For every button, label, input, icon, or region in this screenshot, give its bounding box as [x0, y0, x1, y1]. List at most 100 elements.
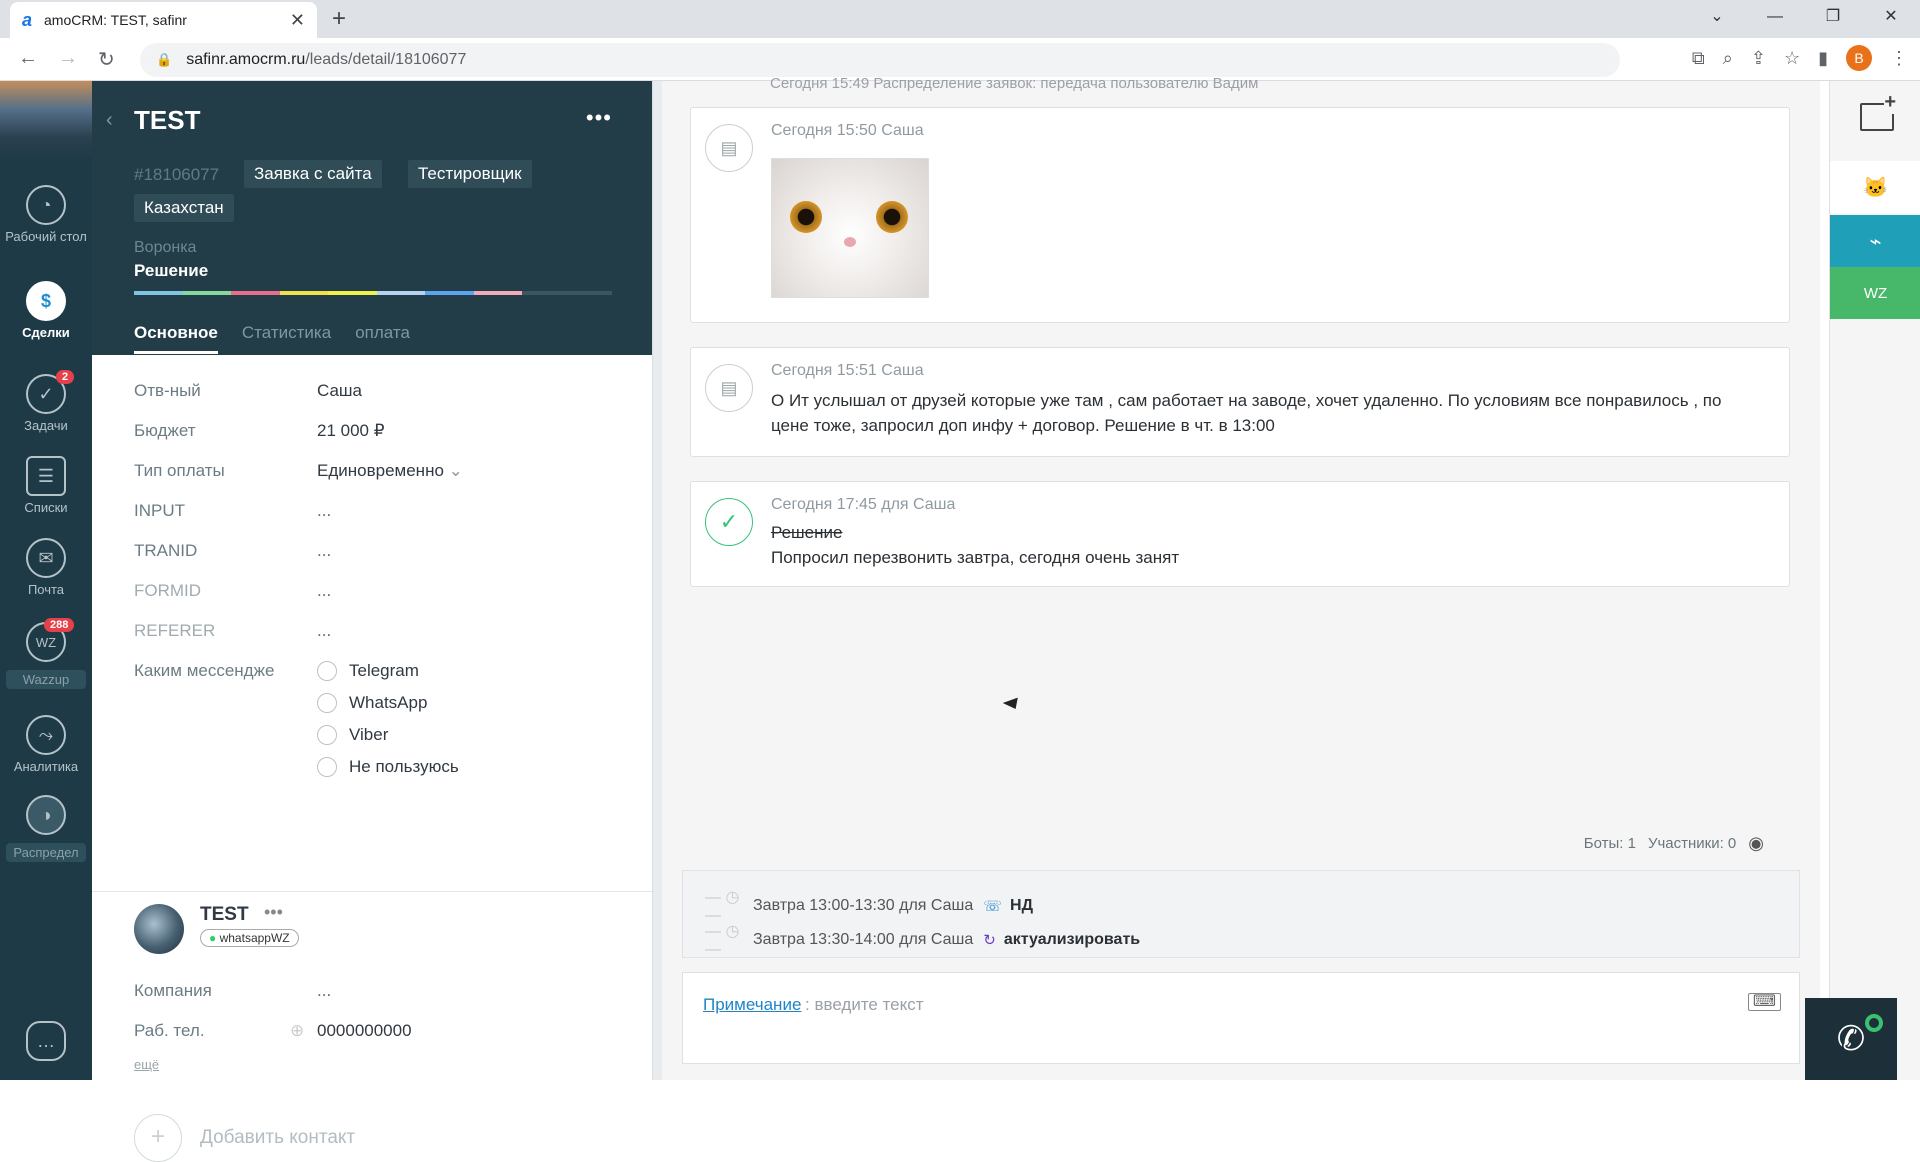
eye-icon[interactable]: ◉ [1748, 833, 1764, 854]
sidebar-item-analytics[interactable]: ⤳ Аналитика [0, 715, 92, 774]
profile-avatar[interactable]: B [1846, 45, 1872, 71]
lead-id: #18106077 [134, 165, 220, 184]
lead-header: ‹ TEST ••• #18106077 Заявка с сайта Тест… [92, 81, 652, 355]
tab-search-icon[interactable]: ⌄ [1688, 0, 1746, 36]
url-input[interactable]: 🔒 safinr.amocrm.ru/leads/detail/18106077 [140, 43, 1620, 77]
field-label: Тип оплаты [134, 461, 225, 480]
task-title: Решение [771, 523, 843, 542]
sidebar-item-dashboard[interactable]: ◔ Рабочий стол [0, 185, 92, 244]
radio-circle[interactable] [317, 693, 337, 713]
sidebar-item-distribution[interactable]: ◑ Распредел [0, 795, 92, 862]
field-value[interactable]: ... [317, 541, 331, 561]
zoom-icon[interactable]: ⌕ [1723, 48, 1733, 69]
add-contact-button[interactable]: + Добавить контакт [134, 1114, 355, 1162]
add-widget-icon[interactable] [1860, 91, 1896, 131]
payment-type-select[interactable]: Единовременно ⌄ [317, 461, 463, 481]
field-work-phone: Раб. тел. ⊕ 0000000000 [134, 1021, 634, 1051]
cat-nose [844, 237, 856, 247]
cat-photo[interactable] [771, 158, 929, 298]
back-icon[interactable]: ← [18, 47, 38, 70]
sidebar-item-deals[interactable]: $ Сделки [0, 281, 92, 340]
field-value[interactable]: ... [317, 981, 331, 1001]
widget-wz[interactable]: WZ [1830, 267, 1920, 319]
progress-segment [473, 291, 522, 295]
bookmark-star-icon[interactable]: ☆ [1784, 48, 1800, 69]
forward-icon[interactable]: → [58, 47, 78, 70]
translate-icon[interactable]: ⧉ [1692, 48, 1705, 69]
field-value[interactable]: 0000000000 [317, 1021, 412, 1041]
note-card-image: ▤ Сегодня 15:50 Саша [690, 107, 1790, 323]
chip-label: whatsappWZ [219, 931, 290, 945]
field-value[interactable]: Саша [317, 381, 362, 401]
lead-title[interactable]: TEST [134, 105, 200, 136]
radio-telegram[interactable]: Telegram [317, 661, 419, 681]
browser-tab[interactable]: a amoCRM: TEST, safinr ✕ [10, 2, 317, 38]
widget-cat[interactable]: 🐱 [1830, 161, 1920, 213]
contact-name[interactable]: TEST [200, 904, 249, 926]
lead-tag[interactable]: Тестировщик [408, 160, 532, 188]
sidebar-item-mail[interactable]: ✉ Почта [0, 538, 92, 597]
amocrm-favicon-icon: a [22, 9, 33, 30]
tab-strip: a amoCRM: TEST, safinr ✕ + ⌄ — ❐ ✕ [0, 0, 1920, 38]
share-icon[interactable]: ⇪ [1751, 48, 1766, 69]
note-input[interactable]: : введите текст [805, 995, 924, 1015]
url-path: /leads/detail/18106077 [305, 51, 467, 68]
widget-pulse[interactable]: ⌁ [1830, 215, 1920, 267]
menu-kebab-icon[interactable]: ⋮ [1890, 48, 1908, 69]
reload-icon[interactable]: ↻ [98, 47, 115, 72]
field-value[interactable]: ... [317, 621, 331, 641]
lead-more-button[interactable]: ••• [586, 105, 612, 131]
task-meta: Сегодня 17:45 для Саша [771, 496, 956, 513]
lead-tag[interactable]: Казахстан [134, 194, 234, 222]
field-label: FORMID [134, 581, 202, 600]
note-composer[interactable]: Примечание : введите текст ⌨ [682, 972, 1800, 1064]
note-type-link[interactable]: Примечание [703, 995, 801, 1015]
sidepanel-icon[interactable]: ▮ [1818, 48, 1828, 69]
contact-avatar[interactable] [134, 904, 184, 954]
field-value[interactable]: ... [317, 581, 331, 601]
phone-widget-button[interactable]: ✆ [1805, 998, 1897, 1080]
user-photo[interactable] [0, 81, 92, 161]
sidebar-item-wazzup[interactable]: WZ 288 Wazzup [0, 618, 92, 689]
field-value[interactable]: 21 000 ₽ [317, 421, 385, 441]
keyboard-icon[interactable]: ⌨ [1747, 993, 1781, 1011]
radio-viber[interactable]: Viber [317, 725, 388, 745]
lock-icon[interactable]: 🔒 [156, 52, 172, 68]
radio-circle[interactable] [317, 725, 337, 745]
back-chevron-icon[interactable]: ‹ [106, 109, 113, 132]
pipeline-stage[interactable]: Решение [134, 261, 208, 281]
phone-icon: ☏ [983, 898, 1003, 915]
radio-circle[interactable] [317, 757, 337, 777]
chat-icon: … [26, 1021, 66, 1061]
field-value[interactable]: ... [317, 501, 331, 521]
sidebar-item-lists[interactable]: ☰ Списки [0, 456, 92, 515]
lead-tag[interactable]: Заявка с сайта [244, 160, 382, 188]
radio-not-using[interactable]: Не пользуюсь [317, 757, 459, 777]
field-responsible: Отв-ный Саша [134, 381, 634, 411]
phone-add-icon[interactable]: ⊕ [290, 1021, 304, 1041]
task-item[interactable]: — ◷ — Завтра 13:00-13:30 для Саша ☏ НД [705, 887, 1033, 925]
progress-segment [231, 291, 280, 295]
tab-payment[interactable]: оплата [355, 323, 410, 354]
task-item[interactable]: — ◷ — Завтра 13:30-14:00 для Саша ↻ акту… [705, 921, 1140, 959]
close-tab-icon[interactable]: ✕ [290, 10, 305, 31]
mail-icon: ✉ [26, 538, 66, 578]
note-text: О Ит услышал от друзей которые уже там ,… [771, 391, 1722, 435]
close-window-button[interactable]: ✕ [1862, 0, 1920, 36]
chevron-down-icon: ⌄ [448, 461, 463, 480]
restore-button[interactable]: ❐ [1804, 0, 1862, 36]
tab-main[interactable]: Основное [134, 323, 218, 354]
radio-whatsapp[interactable]: WhatsApp [317, 693, 427, 713]
chat-button[interactable]: … [0, 1021, 92, 1065]
sidebar-item-tasks[interactable]: ✓ 2 Задачи [0, 370, 92, 433]
whatsapp-chip[interactable]: ● whatsappWZ [200, 929, 299, 947]
radio-circle[interactable] [317, 661, 337, 681]
widgets-bar: 🐱 ⌁ WZ [1829, 81, 1920, 1080]
participants-count: Участники: 0 [1647, 835, 1737, 852]
panel-splitter[interactable] [652, 81, 662, 1080]
minimize-button[interactable]: — [1746, 0, 1804, 36]
tab-statistics[interactable]: Статистика [242, 323, 331, 354]
more-fields-link[interactable]: ещё [134, 1057, 159, 1072]
contact-more-button[interactable]: ••• [264, 902, 283, 923]
new-tab-button[interactable]: + [332, 5, 346, 33]
